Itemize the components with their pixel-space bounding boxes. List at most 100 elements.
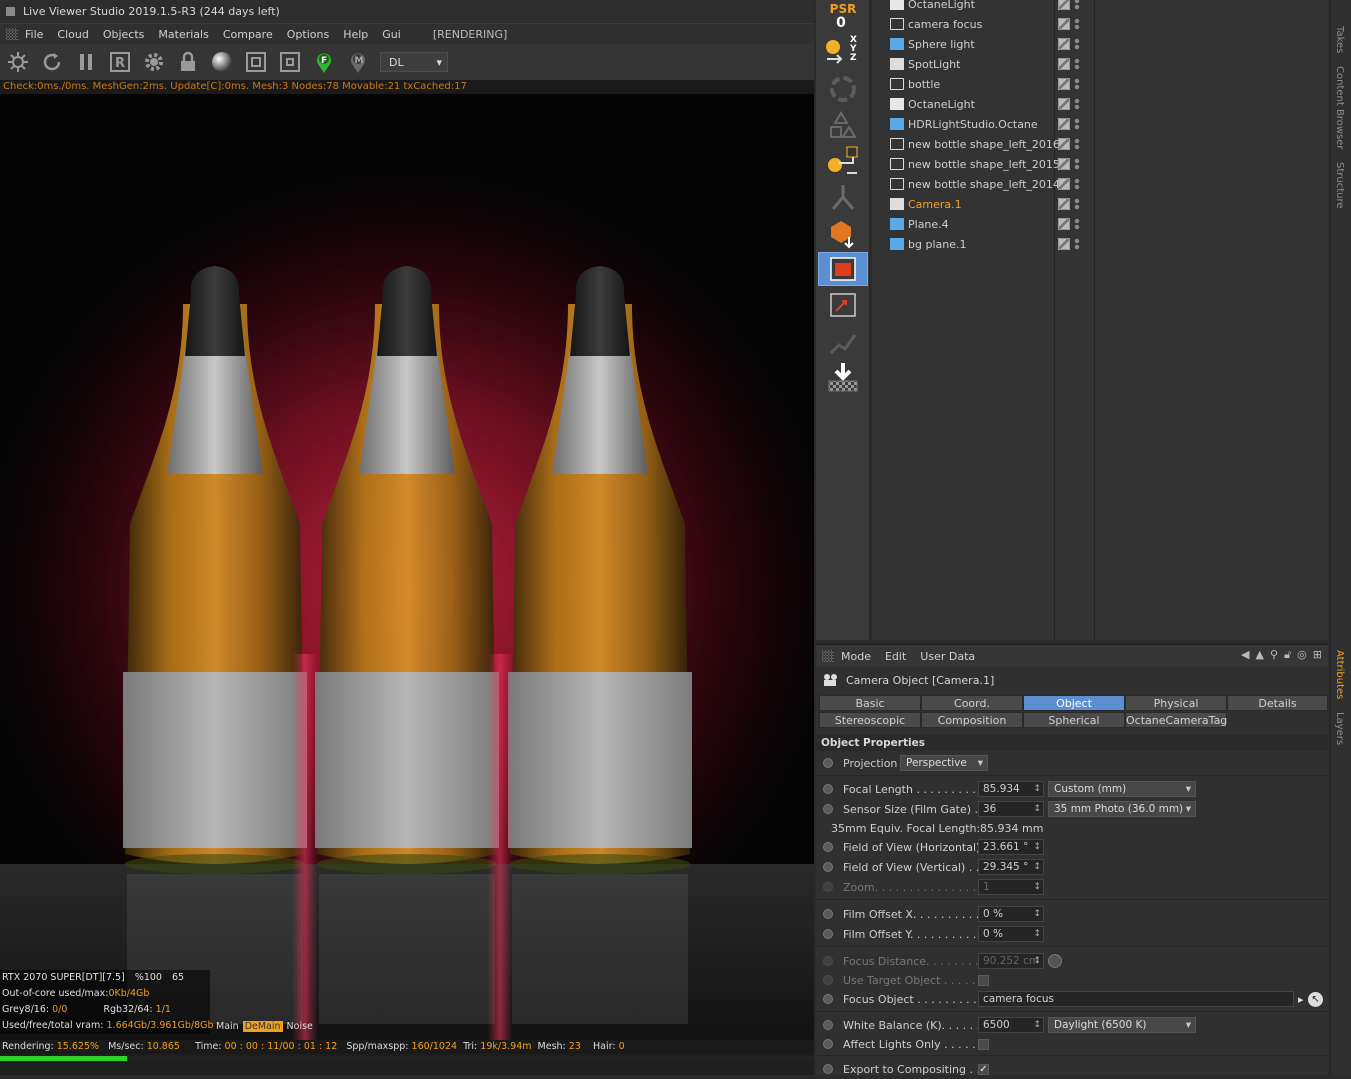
object-row[interactable]: new bottle shape_left_2016 [872,134,1328,154]
search-icon[interactable]: ⚲ [1270,648,1278,662]
export-compositing-checkbox[interactable]: ✓ [978,1063,989,1075]
layer-icon[interactable] [1058,0,1070,10]
menu-cloud[interactable]: Cloud [57,28,88,41]
layer-icon[interactable] [1058,158,1070,170]
anim-radio[interactable] [823,804,833,814]
graph-button[interactable] [818,324,868,358]
back-arrow-icon[interactable]: ◀ [1241,648,1249,662]
sensor-preset-select[interactable]: 35 mm Photo (36.0 mm) [1048,801,1196,817]
focus-picker-button[interactable]: F [310,48,338,76]
layer-icon[interactable] [1058,178,1070,190]
object-row[interactable]: bottle [872,74,1328,94]
tab-takes[interactable]: Takes [1334,26,1345,53]
layer-icon[interactable] [1058,138,1070,150]
menu-help[interactable]: Help [343,28,368,41]
visibility-dots[interactable] [1074,218,1080,230]
object-row[interactable]: Sphere light [872,34,1328,54]
menu-options[interactable]: Options [287,28,329,41]
tab-details[interactable]: Details [1227,695,1328,711]
render-settings-button[interactable] [818,288,868,322]
focus-pick-icon[interactable] [1048,954,1062,968]
tab-spherical[interactable]: Spherical [1023,712,1125,728]
focal-preset-select[interactable]: Custom (mm) [1048,781,1196,797]
object-row[interactable]: bg plane.1 [872,234,1328,254]
axis-lock-button[interactable]: XYZ [818,34,868,68]
visibility-dots[interactable] [1074,78,1080,90]
up-arrow-icon[interactable]: ▲ [1256,648,1264,662]
affect-lights-checkbox[interactable] [978,1038,989,1050]
shapes-button[interactable] [818,108,868,142]
menu-user-data[interactable]: User Data [920,650,975,663]
anim-radio[interactable] [823,784,833,794]
use-target-checkbox[interactable] [978,974,989,986]
object-row[interactable]: new bottle shape_left_2014 [872,174,1328,194]
sensor-size-field[interactable]: 36 [978,801,1044,817]
visibility-dots[interactable] [1074,138,1080,150]
menu-compare[interactable]: Compare [223,28,273,41]
visibility-dots[interactable] [1074,158,1080,170]
recycle-button[interactable] [818,72,868,106]
pick-cursor-icon[interactable]: ↖ [1308,991,1323,1007]
object-row[interactable]: camera focus [872,14,1328,34]
tab-object[interactable]: Object [1023,695,1125,711]
lock-icon[interactable]: 🔓︎ [1284,648,1291,662]
clay-mode-button[interactable] [242,48,270,76]
object-row[interactable]: Plane.4 [872,214,1328,234]
visibility-dots[interactable] [1074,178,1080,190]
layer-icon[interactable] [1058,18,1070,30]
menu-objects[interactable]: Objects [103,28,145,41]
channel-demain[interactable]: DeMain [242,1021,283,1032]
layer-icon[interactable] [1058,218,1070,230]
restart-button[interactable] [38,48,66,76]
object-axis-button[interactable] [818,144,868,178]
tab-layers[interactable]: Layers [1334,712,1345,745]
fov-v-field[interactable]: 29.345 ° [978,859,1044,875]
anim-radio[interactable] [823,758,833,768]
menu-edit[interactable]: Edit [885,650,906,663]
visibility-dots[interactable] [1074,98,1080,110]
visibility-dots[interactable] [1074,118,1080,130]
object-row[interactable]: OctaneLight [872,94,1328,114]
object-row[interactable]: HDRLightStudio.Octane [872,114,1328,134]
layer-icon[interactable] [1058,78,1070,90]
tab-octane-camera-tag[interactable]: OctaneCameraTag [1125,712,1227,728]
film-offset-y-field[interactable]: 0 % [978,926,1044,942]
film-offset-x-field[interactable]: 0 % [978,906,1044,922]
channel-main[interactable]: Main [216,1021,239,1032]
export-button[interactable] [818,360,868,394]
channel-noise[interactable]: Noise [287,1021,313,1032]
layer-icon[interactable] [1058,38,1070,50]
menu-file[interactable]: File [25,28,43,41]
subsampling-button[interactable] [276,48,304,76]
tab-content-browser[interactable]: Content Browser [1334,66,1345,149]
render-canvas[interactable] [0,94,814,1040]
white-balance-preset-select[interactable]: Daylight (6500 K) [1048,1017,1196,1033]
anim-radio[interactable] [823,842,833,852]
kernel-select[interactable]: DL ▾ [380,52,448,72]
menu-materials[interactable]: Materials [158,28,208,41]
anim-radio[interactable] [823,1020,833,1030]
link-arrow-icon[interactable]: ▸ [1298,993,1304,1006]
layer-icon[interactable] [1058,198,1070,210]
material-picker-button[interactable]: M [344,48,372,76]
anim-radio[interactable] [823,994,833,1004]
settings-button[interactable] [140,48,168,76]
tab-structure[interactable]: Structure [1334,162,1345,209]
projection-select[interactable]: Perspective [900,755,988,771]
object-row[interactable]: new bottle shape_left_2015 [872,154,1328,174]
focal-length-field[interactable]: 85.934 [978,781,1044,797]
cube-import-button[interactable] [818,216,868,250]
pause-button[interactable] [72,48,100,76]
focus-object-field[interactable]: camera focus [978,991,1294,1007]
menu-mode[interactable]: Mode [841,650,871,663]
send-scene-button[interactable] [4,48,32,76]
object-row[interactable]: Camera.1 [872,194,1328,214]
white-balance-field[interactable]: 6500 [978,1017,1044,1033]
layer-icon[interactable] [1058,58,1070,70]
material-ball-button[interactable] [208,48,236,76]
render-view-button[interactable] [818,252,868,286]
anim-radio[interactable] [823,1064,833,1074]
tab-coord[interactable]: Coord. [921,695,1023,711]
visibility-dots[interactable] [1074,0,1080,10]
lock-button[interactable] [174,48,202,76]
